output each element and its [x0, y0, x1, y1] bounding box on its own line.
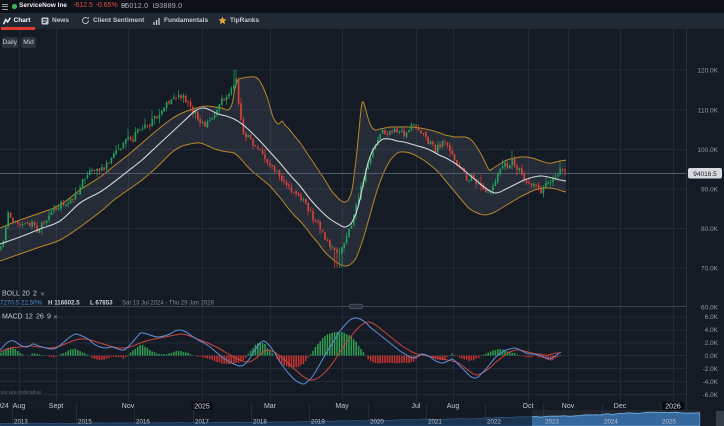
svg-text:4.0K: 4.0K	[705, 327, 719, 334]
svg-text:Sat 13 Jul 2024 - Thu 29 Jan 2: Sat 13 Jul 2024 - Thu 29 Jan 2026	[122, 301, 215, 307]
svg-text:2017: 2017	[195, 419, 209, 426]
svg-text:2026: 2026	[665, 403, 681, 410]
svg-text:26: 26	[36, 314, 44, 321]
svg-text:2018: 2018	[253, 419, 267, 426]
svg-text:100.0K: 100.0K	[697, 147, 718, 154]
svg-text:20: 20	[22, 291, 30, 298]
svg-text:-6.0K: -6.0K	[702, 392, 718, 399]
svg-text:60.0K: 60.0K	[701, 304, 719, 311]
svg-text:2021: 2021	[428, 419, 442, 426]
svg-text:2025: 2025	[662, 419, 676, 426]
svg-text:110.0K: 110.0K	[698, 107, 719, 114]
svg-text:2022: 2022	[487, 419, 501, 426]
svg-text:Dec: Dec	[614, 403, 627, 410]
svg-text:✕: ✕	[40, 292, 45, 298]
svg-text:2.0K: 2.0K	[705, 340, 719, 347]
svg-text:2: 2	[33, 291, 37, 298]
svg-text:120.0K: 120.0K	[697, 67, 718, 74]
svg-text:Aug: Aug	[13, 403, 26, 410]
svg-text:H 116602.5: H 116602.5	[48, 300, 80, 307]
svg-text:12: 12	[25, 314, 33, 321]
svg-text:Mar: Mar	[264, 403, 277, 410]
svg-text:Nov: Nov	[562, 403, 575, 410]
svg-text:Aug: Aug	[447, 403, 460, 410]
svg-text:6.0K: 6.0K	[705, 314, 719, 321]
svg-text:2025: 2025	[194, 403, 210, 410]
svg-text:May: May	[335, 403, 349, 410]
svg-text:2016: 2016	[136, 419, 150, 426]
svg-text:-2.0K: -2.0K	[702, 366, 718, 373]
svg-text:MACD: MACD	[2, 314, 23, 321]
svg-text:22.50%: 22.50%	[21, 300, 42, 307]
svg-text:Sept: Sept	[49, 403, 63, 410]
svg-text:L 67853: L 67853	[90, 300, 113, 307]
svg-text:9: 9	[47, 314, 51, 321]
svg-text:94016.5: 94016.5	[693, 171, 717, 178]
svg-text:2024: 2024	[0, 403, 9, 410]
svg-text:2015: 2015	[78, 419, 92, 426]
svg-text:90.0K: 90.0K	[701, 186, 719, 193]
svg-text:7270.5: 7270.5	[0, 300, 19, 307]
svg-text:80.0K: 80.0K	[701, 226, 719, 233]
svg-text:Nov: Nov	[122, 403, 135, 410]
svg-text:2019: 2019	[311, 419, 325, 426]
svg-text:BOLL: BOLL	[2, 291, 20, 298]
svg-text:0.0K: 0.0K	[705, 353, 719, 360]
svg-text:Oct: Oct	[523, 403, 534, 410]
svg-text:2023: 2023	[545, 419, 559, 426]
svg-text:✕: ✕	[53, 315, 58, 321]
svg-text:2020: 2020	[370, 419, 384, 426]
svg-text:70.0K: 70.0K	[701, 265, 719, 272]
svg-text:Jul: Jul	[412, 403, 421, 410]
svg-text:2013: 2013	[14, 419, 28, 426]
svg-text:-4.0K: -4.0K	[702, 379, 718, 386]
svg-text:Prices are indicative: Prices are indicative	[0, 390, 41, 396]
svg-text:2024: 2024	[604, 419, 618, 426]
